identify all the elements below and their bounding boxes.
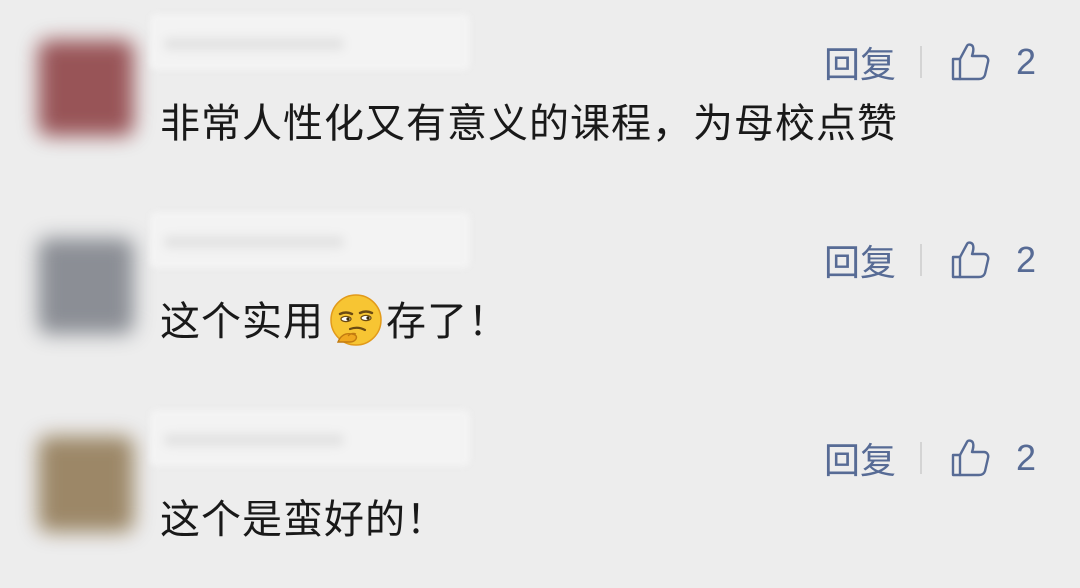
comment-actions: 回复 2: [820, 432, 1036, 484]
avatar[interactable]: [38, 436, 134, 532]
thumbs-up-icon[interactable]: [948, 436, 992, 480]
divider: [919, 46, 922, 78]
reply-button[interactable]: 回复: [820, 234, 900, 286]
comment-text: 这个是蛮好的！: [160, 497, 447, 543]
comment-actions: 回复 2: [820, 36, 1036, 88]
smirk-thinking-emoji-icon: [330, 294, 382, 346]
like-count: 2: [1015, 239, 1036, 280]
like-count: 2: [1015, 41, 1036, 82]
comment-item: 回复 2 非常人性化又有意义的课程，为母校点赞: [0, 0, 1080, 196]
username-blurred: [150, 14, 470, 70]
comment-text: 这个实用 存了！: [160, 294, 509, 350]
comment-text: 非常人性化又有意义的课程，为母校点赞: [160, 101, 898, 147]
reply-button[interactable]: 回复: [820, 432, 900, 484]
like-button[interactable]: 2: [948, 40, 1036, 84]
like-button[interactable]: 2: [948, 238, 1036, 282]
comment-actions: 回复 2: [820, 234, 1036, 286]
username-blurred: [150, 212, 470, 268]
avatar[interactable]: [38, 238, 134, 334]
like-count: 2: [1015, 437, 1036, 478]
divider: [919, 442, 922, 474]
like-button[interactable]: 2: [948, 436, 1036, 480]
comment-text-part: 这个实用: [160, 299, 324, 345]
comment-item: 回复 2 这个是蛮好的！: [0, 396, 1080, 588]
reply-button[interactable]: 回复: [820, 36, 900, 88]
divider: [919, 244, 922, 276]
comment-text-part: 存了！: [386, 299, 509, 345]
comment-list: 回复 2 非常人性化又有意义的课程，为母校点赞 回复 2 这个实用 存了！ 回复…: [0, 0, 1080, 588]
comment-item: 回复 2 这个实用 存了！: [0, 198, 1080, 394]
username-blurred: [150, 410, 470, 466]
avatar[interactable]: [38, 40, 134, 136]
thumbs-up-icon[interactable]: [948, 238, 992, 282]
thumbs-up-icon[interactable]: [948, 40, 992, 84]
